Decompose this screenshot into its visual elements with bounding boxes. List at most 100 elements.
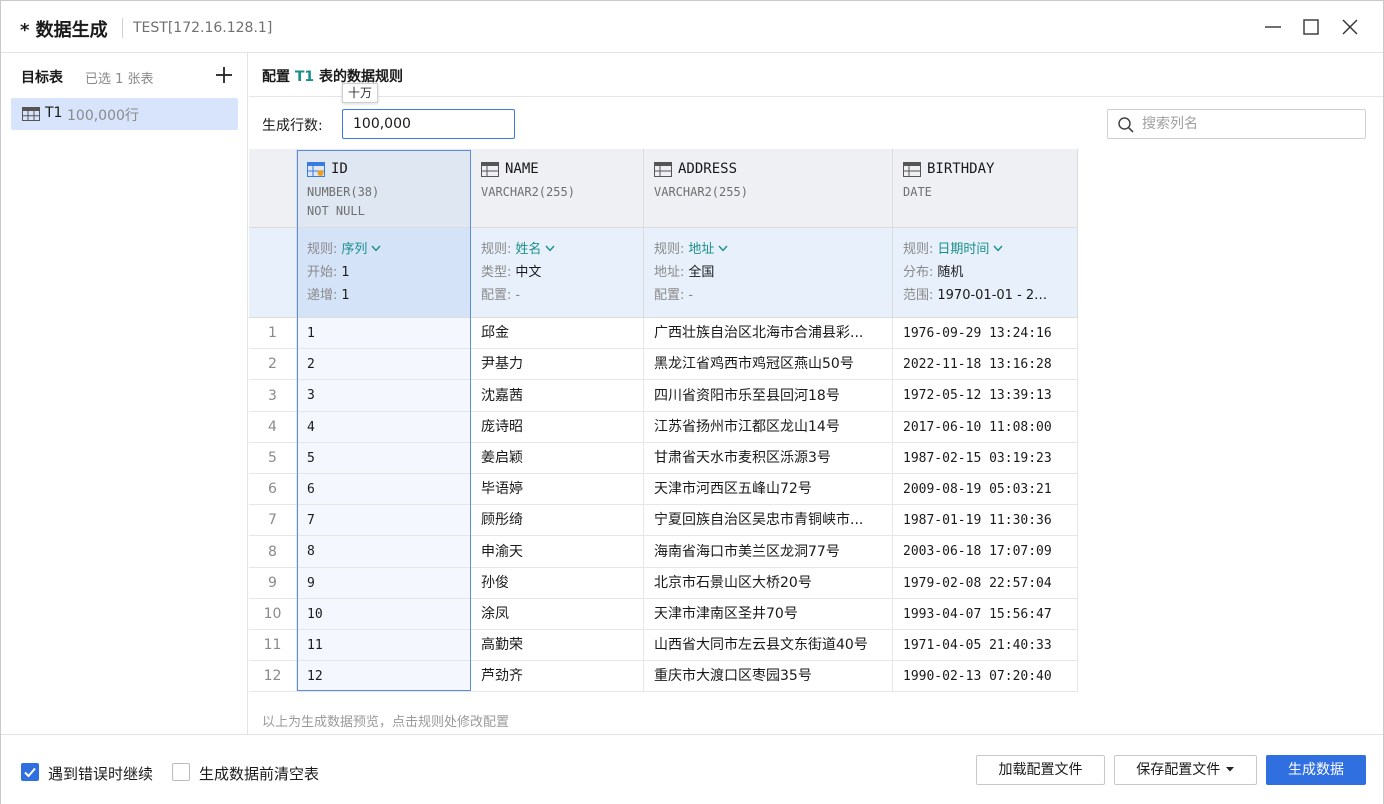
cell-id[interactable]: 4 (297, 412, 471, 443)
cell-name[interactable]: 顾彤绮 (471, 505, 644, 536)
cell-name[interactable]: 庞诗昭 (471, 412, 644, 443)
cell-address[interactable]: 北京市石景山区大桥20号 (644, 568, 893, 599)
cell-address[interactable]: 天津市河西区五峰山72号 (644, 474, 893, 505)
chevron-down-icon[interactable] (545, 245, 555, 252)
maximize-icon (1303, 19, 1319, 35)
cell-address[interactable]: 宁夏回族自治区吴忠市青铜峡市... (644, 505, 893, 536)
chevron-down-icon[interactable] (993, 245, 1003, 252)
cell-id[interactable]: 5 (297, 443, 471, 474)
cell-id[interactable]: 2 (297, 349, 471, 380)
table-icon (22, 107, 40, 121)
footer-bar: 遇到错误时继续 生成数据前清空表 加载配置文件 保存配置文件 生成数据 (1, 734, 1383, 804)
cell-name[interactable]: 孙俊 (471, 568, 644, 599)
cell-name[interactable]: 毕语婷 (471, 474, 644, 505)
rule-config-address[interactable]: 规则: 地址 地址: 全国 配置: - (644, 228, 893, 318)
cell-name[interactable]: 沈嘉茜 (471, 380, 644, 412)
rule-param-label: 递增: (307, 288, 338, 303)
chevron-down-icon[interactable] (371, 245, 381, 252)
cell-name[interactable]: 芦劲齐 (471, 661, 644, 692)
cell-name[interactable]: 姜启颖 (471, 443, 644, 474)
cell-id[interactable]: 8 (297, 536, 471, 568)
search-input[interactable] (1142, 113, 1357, 135)
config-title: 配置 T1 表的数据规则 (262, 66, 403, 86)
column-search[interactable] (1107, 109, 1366, 139)
cell-address[interactable]: 甘肃省天水市麦积区泺源3号 (644, 443, 893, 474)
cell-id[interactable]: 1 (297, 318, 471, 349)
minimize-button[interactable] (1261, 15, 1285, 39)
row-count-input[interactable] (342, 109, 515, 139)
cell-id[interactable]: 7 (297, 505, 471, 536)
rule-param-value: - (515, 288, 521, 303)
cell-address[interactable]: 广西壮族自治区北海市合浦县彩... (644, 318, 893, 349)
chevron-down-icon[interactable] (718, 245, 728, 252)
continue-on-error-checkbox[interactable] (21, 763, 39, 781)
selected-count: 已选 1 张表 (85, 72, 154, 87)
save-config-label: 保存配置文件 (1136, 762, 1221, 778)
column-header-address[interactable]: ADDRESS VARCHAR2(255) (644, 149, 893, 228)
rule-config-name[interactable]: 规则: 姓名 类型: 中文 配置: - (471, 228, 644, 318)
close-button[interactable] (1338, 15, 1362, 39)
sidebar-item-t1[interactable]: T1 100,000行 (11, 98, 238, 130)
row-number: 7 (249, 505, 297, 536)
cell-address[interactable]: 海南省海口市美兰区龙洞77号 (644, 536, 893, 568)
rule-selector: 规则: 地址 (654, 238, 728, 257)
rule-config-id[interactable]: 规则: 序列 开始: 1 递增: 1 (297, 228, 471, 318)
cell-birthday[interactable]: 1979-02-08 22:57:04 (893, 568, 1078, 599)
rule-value[interactable]: 地址 (688, 242, 714, 257)
rule-param-label: 开始: (307, 265, 338, 280)
cell-id[interactable]: 3 (297, 380, 471, 412)
cell-name[interactable]: 高勤荣 (471, 630, 644, 661)
cell-birthday[interactable]: 1976-09-29 13:24:16 (893, 318, 1078, 349)
rule-value[interactable]: 日期时间 (937, 242, 989, 257)
generate-data-button[interactable]: 生成数据 (1266, 755, 1366, 785)
rule-value[interactable]: 姓名 (515, 242, 541, 257)
column-header-name[interactable]: NAME VARCHAR2(255) (471, 149, 644, 228)
column-icon (654, 162, 672, 177)
cell-id[interactable]: 10 (297, 599, 471, 630)
row-number: 11 (249, 630, 297, 661)
cell-address[interactable]: 山西省大同市左云县文东街道40号 (644, 630, 893, 661)
cell-birthday[interactable]: 1971-04-05 21:40:33 (893, 630, 1078, 661)
cell-name[interactable]: 尹基力 (471, 349, 644, 380)
truncate-before-label[interactable]: 生成数据前清空表 (199, 763, 319, 784)
load-config-button[interactable]: 加载配置文件 (976, 755, 1105, 785)
rule-config-birthday[interactable]: 规则: 日期时间 分布: 随机 范围: 1970-01-01 - 202... (893, 228, 1078, 318)
cell-birthday[interactable]: 1993-04-07 15:56:47 (893, 599, 1078, 630)
column-header-id[interactable]: ID NUMBER(38) NOT NULL (297, 149, 471, 228)
cell-id[interactable]: 9 (297, 568, 471, 599)
save-config-button[interactable]: 保存配置文件 (1114, 755, 1257, 785)
plus-icon (216, 67, 232, 83)
cell-birthday[interactable]: 1987-01-19 11:30:36 (893, 505, 1078, 536)
cell-birthday[interactable]: 2009-08-19 05:03:21 (893, 474, 1078, 505)
maximize-button[interactable] (1299, 15, 1323, 39)
cell-birthday[interactable]: 1990-02-13 07:20:40 (893, 661, 1078, 692)
cell-address[interactable]: 四川省资阳市乐至县回河18号 (644, 380, 893, 412)
column-header-birthday[interactable]: BIRTHDAY DATE (893, 149, 1078, 228)
cell-birthday[interactable]: 2003-06-18 17:07:09 (893, 536, 1078, 568)
cell-id[interactable]: 6 (297, 474, 471, 505)
cell-birthday[interactable]: 1987-02-15 03:19:23 (893, 443, 1078, 474)
add-table-button[interactable] (213, 64, 235, 86)
cell-name[interactable]: 涂凤 (471, 599, 644, 630)
cell-id[interactable]: 12 (297, 661, 471, 692)
rule-value[interactable]: 序列 (341, 242, 367, 257)
rule-param-value: 中文 (515, 265, 542, 280)
cell-address[interactable]: 江苏省扬州市江都区龙山14号 (644, 412, 893, 443)
column-name: ADDRESS (678, 161, 738, 177)
cell-name[interactable]: 邱金 (471, 318, 644, 349)
cell-birthday[interactable]: 1972-05-12 13:39:13 (893, 380, 1078, 412)
rule-param-label: 分布: (903, 265, 934, 280)
cell-address[interactable]: 重庆市大渡口区枣园35号 (644, 661, 893, 692)
cell-address[interactable]: 天津市津南区圣井70号 (644, 599, 893, 630)
data-generation-window: * 数据生成 TEST[172.16.128.1] 目标表 已选 1 张表 T1 (0, 0, 1384, 804)
rule-param-p1: 类型: 中文 (481, 261, 541, 280)
rule-param-p1: 分布: 随机 (903, 261, 963, 280)
cell-birthday[interactable]: 2017-06-10 11:08:00 (893, 412, 1078, 443)
cell-name[interactable]: 申渝天 (471, 536, 644, 568)
cell-birthday[interactable]: 2022-11-18 13:16:28 (893, 349, 1078, 380)
continue-on-error-label[interactable]: 遇到错误时继续 (48, 763, 153, 784)
cell-id[interactable]: 11 (297, 630, 471, 661)
cell-address[interactable]: 黑龙江省鸡西市鸡冠区燕山50号 (644, 349, 893, 380)
row-number: 12 (249, 661, 297, 692)
truncate-before-checkbox[interactable] (172, 763, 190, 781)
